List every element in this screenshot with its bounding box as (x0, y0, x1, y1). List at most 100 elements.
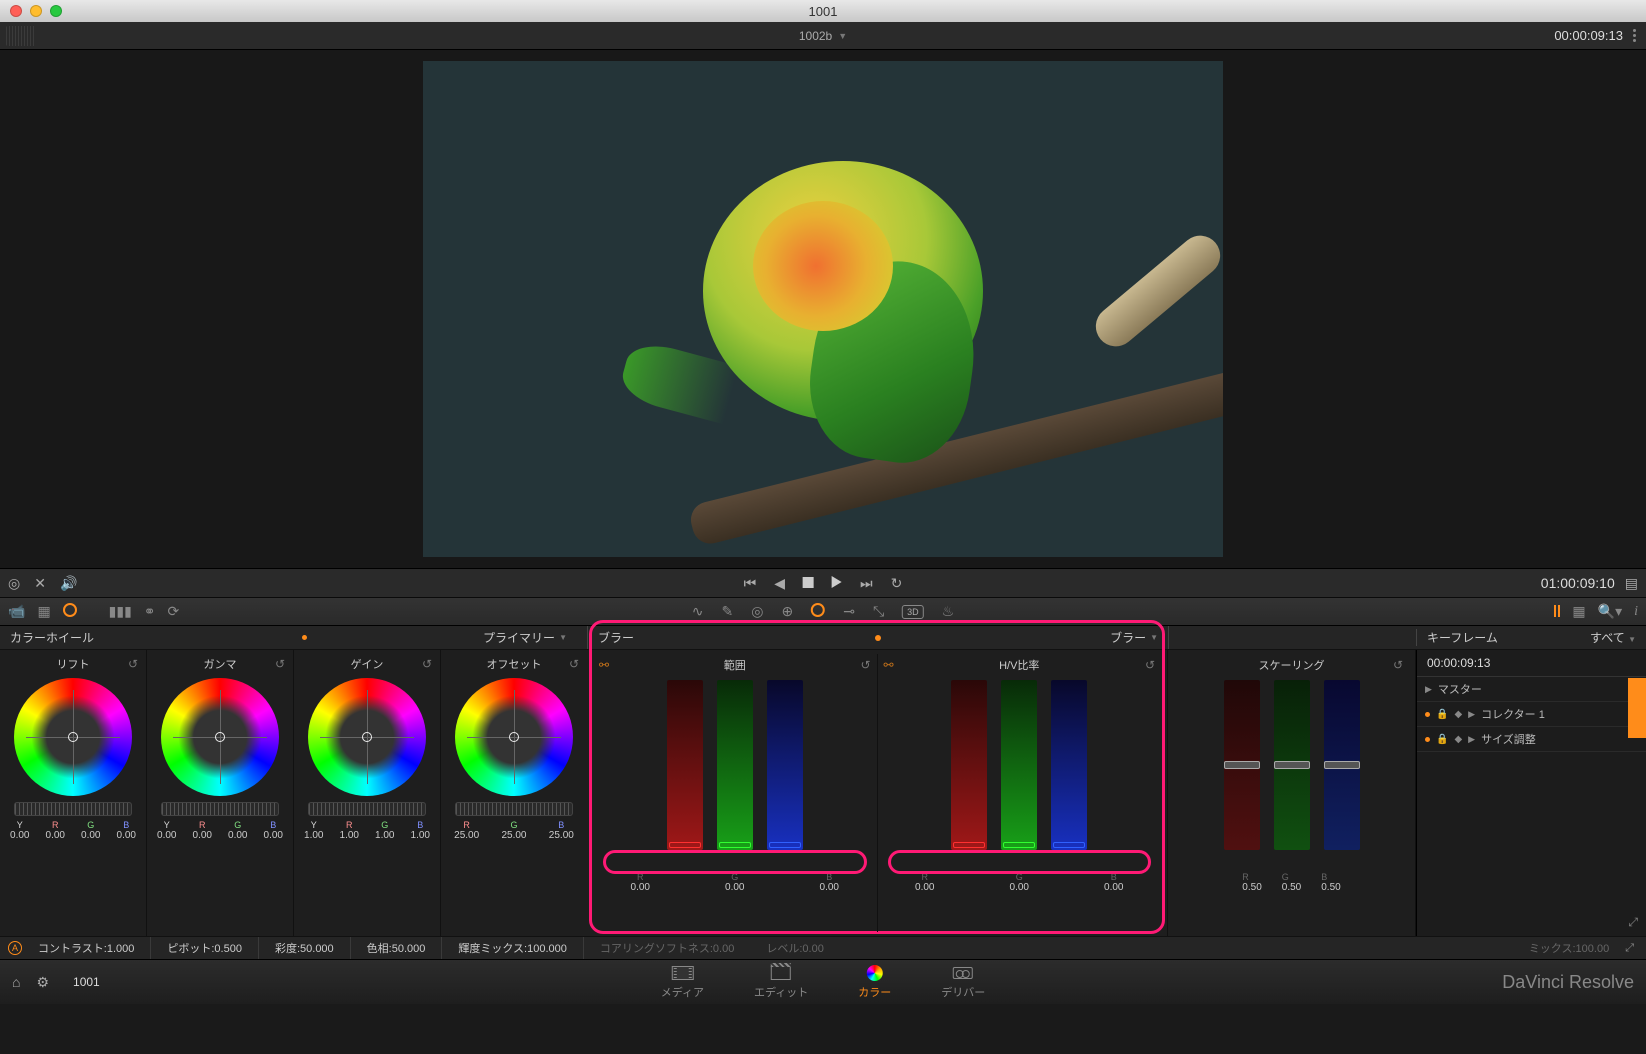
stop-button[interactable] (803, 575, 814, 591)
close-window-button[interactable] (10, 5, 22, 17)
blur-green-slider[interactable] (1001, 680, 1037, 850)
disclosure-triangle-icon[interactable]: ▶ (1425, 684, 1432, 695)
keyframe-diamond-icon[interactable]: ◆ (1454, 709, 1462, 720)
grid-icon[interactable]: ▦ (37, 603, 50, 620)
color-wheel-control[interactable] (161, 678, 279, 796)
reset-icon[interactable]: ↺ (860, 658, 870, 672)
clip-dropdown-icon[interactable]: ▼ (838, 31, 847, 41)
reset-icon[interactable]: ↺ (422, 657, 432, 671)
expand-icon[interactable]: ⤢ (1628, 915, 1638, 930)
play-button[interactable] (832, 575, 842, 591)
jog-wheel[interactable] (14, 802, 132, 816)
jog-wheel[interactable] (455, 802, 573, 816)
blur-values[interactable]: R0.00G0.00B0.00 (878, 872, 1162, 893)
jog-wheel[interactable] (161, 802, 279, 816)
hue-field[interactable]: 色相:50.000 (351, 937, 443, 959)
curves-icon[interactable]: ∿ (692, 603, 704, 620)
scaling-value[interactable]: B0.50 (1321, 872, 1340, 893)
scaling-value[interactable]: R0.50 (1242, 872, 1261, 893)
bars-icon[interactable]: ▮▮▮ (109, 603, 132, 620)
wheel-values[interactable]: R25.00G25.00B25.00 (443, 820, 585, 841)
keyframe-mode-icon[interactable] (1554, 604, 1560, 620)
blur-red-slider[interactable] (951, 680, 987, 850)
step-forward-button[interactable]: ⏭ (860, 575, 873, 592)
blur-mode-dropdown[interactable]: ブラー▼ (1110, 629, 1158, 646)
scaling-value[interactable]: G0.50 (1282, 872, 1301, 893)
auto-badge-icon[interactable]: A (8, 941, 22, 955)
scaling-red-slider[interactable] (1224, 680, 1260, 850)
primary-mode-dropdown[interactable]: プライマリー▼ (483, 629, 577, 646)
viewer[interactable] (0, 50, 1646, 568)
color-wheels-tab-icon[interactable] (63, 603, 77, 620)
keyframe-playhead-strip[interactable] (1628, 678, 1646, 738)
first-frame-button[interactable]: ⏮ (744, 575, 757, 592)
wheel-values[interactable]: Y1.00R1.00G1.00B1.00 (296, 820, 438, 841)
blur-green-slider[interactable] (717, 680, 753, 850)
expand-status-icon[interactable]: ⤢ (1625, 942, 1638, 955)
timeline-view-icon[interactable]: ▤ (1625, 575, 1638, 592)
home-icon[interactable]: ⌂ (12, 974, 20, 990)
deliver-page-tab[interactable]: デリバー (941, 964, 985, 1000)
keyframe-diamond-icon[interactable]: ◆ (1454, 734, 1462, 745)
lock-icon[interactable]: 🔒 (1436, 734, 1448, 745)
edit-page-tab[interactable]: エディット (754, 964, 808, 1000)
blur-blue-slider[interactable] (767, 680, 803, 850)
refresh-icon[interactable]: ⟳ (168, 603, 180, 620)
project-name[interactable]: 1001 (73, 975, 100, 989)
mute-icon[interactable]: 🔊 (60, 575, 77, 592)
grip-handle[interactable] (6, 26, 36, 46)
saturation-field[interactable]: 彩度:50.000 (259, 937, 351, 959)
link-icon[interactable]: ⚯ (599, 658, 609, 672)
stereo-3d-icon[interactable]: 3D (902, 605, 924, 619)
reset-icon[interactable]: ↺ (1145, 658, 1155, 672)
color-wheel-control[interactable] (14, 678, 132, 796)
wheel-values[interactable]: Y0.00R0.00G0.00B0.00 (149, 820, 291, 841)
reset-icon[interactable]: ↺ (128, 657, 138, 671)
blur-red-slider[interactable] (667, 680, 703, 850)
sizing-icon[interactable]: ⤡ (873, 603, 884, 620)
disclosure-triangle-icon[interactable]: ▶ (1468, 734, 1475, 745)
pivot-field[interactable]: ピボット:0.500 (151, 937, 259, 959)
link-icon[interactable]: ⚯ (884, 658, 894, 672)
scaling-blue-slider[interactable] (1324, 680, 1360, 850)
info-icon[interactable]: i (1634, 604, 1638, 620)
data-burn-icon[interactable]: ♨ (942, 603, 955, 620)
clip-name-label[interactable]: 1002b (799, 29, 832, 43)
eyedropper-icon[interactable]: ✎ (722, 603, 734, 620)
reset-icon[interactable]: ↺ (1393, 658, 1403, 672)
nodes-icon[interactable]: ⚭ (144, 603, 156, 620)
tracker-icon[interactable]: ⊕ (781, 603, 793, 620)
lock-icon[interactable]: 🔒 (1436, 709, 1448, 720)
thumbnail-mode-icon[interactable]: ▦ (1572, 603, 1585, 620)
loop-button[interactable]: ↻ (891, 575, 903, 592)
split-screen-icon[interactable]: ✕ (34, 575, 46, 592)
color-page-tab[interactable]: カラー (858, 964, 891, 1000)
lum-mix-field[interactable]: 輝度ミックス:100.000 (442, 937, 584, 959)
jog-wheel[interactable] (308, 802, 426, 816)
color-wheel-control[interactable] (308, 678, 426, 796)
zoom-window-button[interactable] (50, 5, 62, 17)
wheel-values[interactable]: Y0.00R0.00G0.00B0.00 (2, 820, 144, 841)
blur-blue-slider[interactable] (1051, 680, 1087, 850)
disclosure-triangle-icon[interactable]: ▶ (1468, 709, 1475, 720)
step-back-button[interactable]: ◀ (774, 575, 785, 592)
project-settings-icon[interactable]: ⚙ (36, 974, 49, 991)
keyframe-track-row[interactable]: 🔒◆▶サイズ調整 (1417, 727, 1646, 752)
reset-icon[interactable]: ↺ (275, 657, 285, 671)
key-icon[interactable]: ⊸ (843, 603, 855, 620)
blur-values[interactable]: R0.00G0.00B0.00 (593, 872, 877, 893)
keyframe-track-row[interactable]: ▶マスター (1417, 677, 1646, 702)
media-page-tab[interactable]: メディア (661, 964, 704, 1000)
keyframe-track-row[interactable]: 🔒◆▶コレクター 1 (1417, 702, 1646, 727)
window-shape-icon[interactable]: ◎ (751, 603, 763, 620)
search-icon[interactable]: 🔍▾ (1598, 603, 1622, 620)
options-menu-icon[interactable] (1633, 29, 1636, 42)
reset-icon[interactable]: ↺ (569, 657, 579, 671)
keyframe-filter-dropdown[interactable]: すべて ▼ (1590, 629, 1636, 646)
camera-raw-icon[interactable]: 📹 (8, 603, 25, 620)
color-wheel-control[interactable] (455, 678, 573, 796)
minimize-window-button[interactable] (30, 5, 42, 17)
scaling-green-slider[interactable] (1274, 680, 1310, 850)
blur-tab-icon[interactable] (811, 603, 825, 620)
image-wipe-icon[interactable]: ◎ (8, 575, 20, 592)
